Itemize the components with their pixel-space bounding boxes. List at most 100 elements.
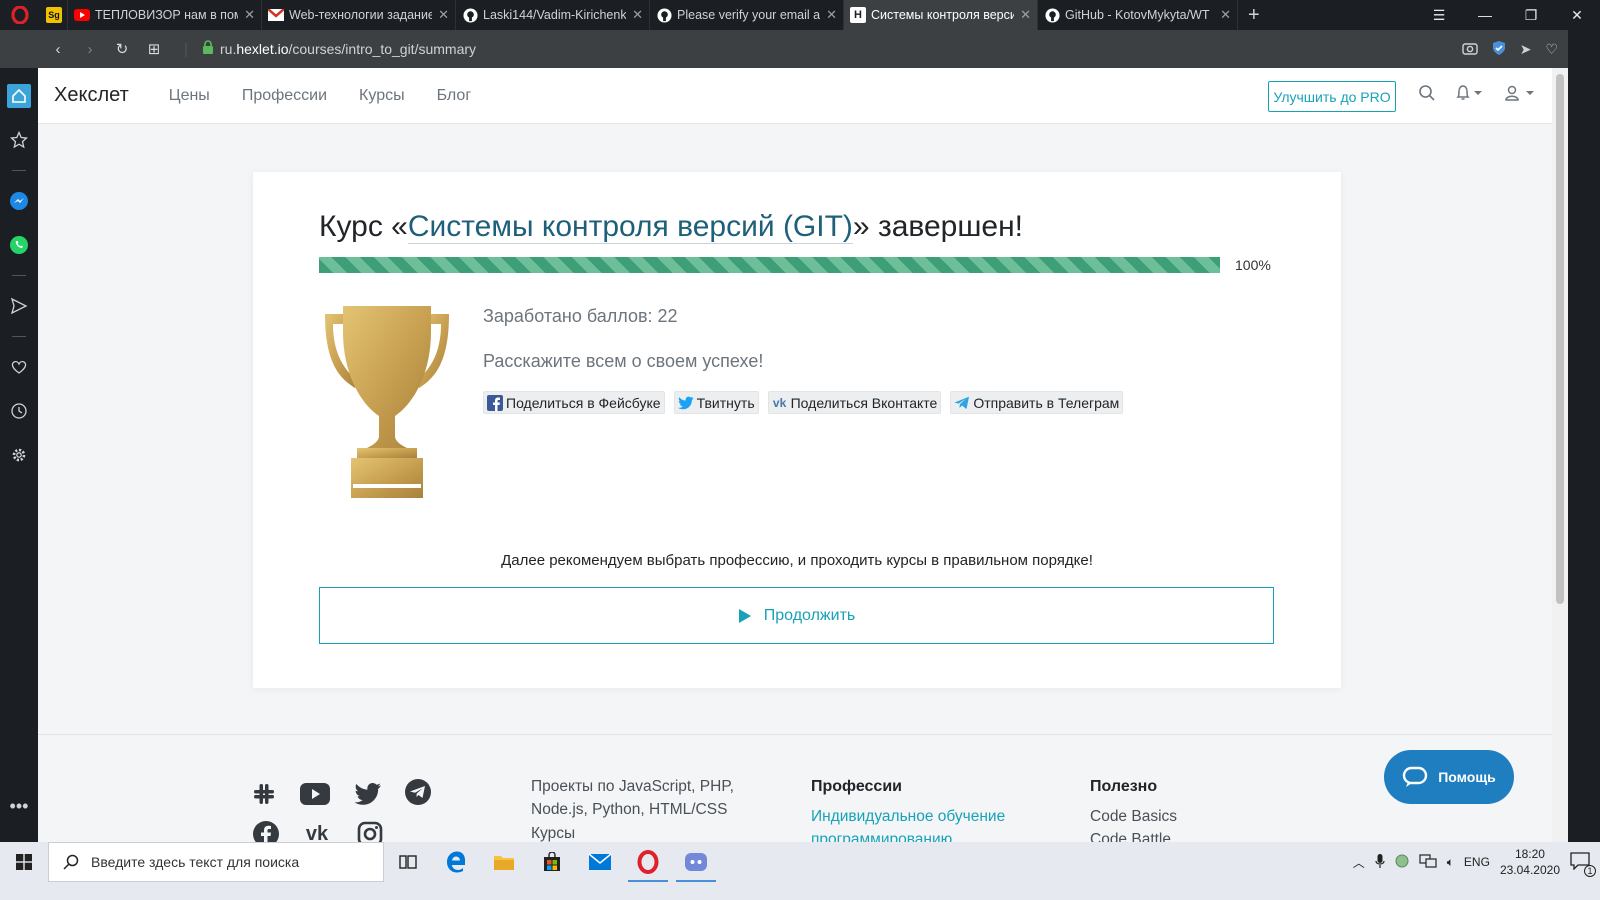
chevron-up-icon[interactable]: ︿ (1353, 854, 1365, 871)
divider (12, 336, 26, 337)
gmail-icon (268, 7, 284, 23)
camera-icon[interactable] (1462, 41, 1478, 58)
close-icon[interactable]: ✕ (826, 7, 837, 23)
footer-code-battle-link[interactable]: Code Battle (1090, 831, 1171, 842)
notification-center-icon[interactable]: 1 (1570, 851, 1596, 877)
back-icon[interactable]: ‹ (42, 41, 74, 58)
help-button[interactable]: Помощь (1384, 750, 1514, 804)
opera-taskbar-icon[interactable] (624, 842, 672, 882)
progress-bar (319, 257, 1220, 273)
play-icon (738, 608, 751, 623)
mail-icon[interactable] (576, 842, 624, 882)
slack-icon[interactable] (249, 779, 279, 809)
tab-sg[interactable]: Sg (40, 0, 68, 30)
close-window-button[interactable]: ✕ (1554, 7, 1600, 24)
new-tab-button[interactable]: + (1238, 4, 1270, 27)
youtube-icon[interactable] (300, 779, 330, 809)
store-icon[interactable] (528, 842, 576, 882)
forward-icon[interactable]: › (74, 41, 106, 58)
star-icon[interactable] (0, 118, 38, 162)
share-twitter-button[interactable]: Твитнуть (673, 391, 759, 414)
facebook-icon[interactable] (251, 819, 281, 842)
send-icon[interactable]: ➤ (1520, 41, 1532, 58)
adblock-shield-icon[interactable] (1492, 40, 1506, 59)
tab-github-laski[interactable]: Laski144/Vadim-Kirichenko ✕ (456, 0, 650, 30)
home-icon[interactable] (0, 74, 38, 118)
upgrade-pro-button[interactable]: Улучшить до PRO (1268, 81, 1396, 112)
footer-courses-link[interactable]: Курсы (531, 825, 575, 842)
close-icon[interactable]: ✕ (438, 7, 449, 23)
tab-youtube[interactable]: ТЕПЛОВИЗОР нам в помо ✕ (68, 0, 262, 30)
opera-logo-icon[interactable] (0, 0, 40, 30)
nav-pricing[interactable]: Цены (169, 87, 210, 105)
tab-gmail[interactable]: Web-технологии задание ✕ (262, 0, 456, 30)
file-explorer-icon[interactable] (480, 842, 528, 882)
history-clock-icon[interactable] (0, 389, 38, 433)
taskbar-search-box[interactable]: Введите здесь текст для поиска (48, 842, 384, 882)
heart-icon[interactable] (0, 345, 38, 389)
points-earned: Заработано баллов: 22 (483, 306, 678, 326)
tab-github-kotov[interactable]: GitHub - KotovMykyta/WT ✕ (1038, 0, 1238, 30)
share-buttons: Поделиться в Фейсбуке Твитнуть vk Подели… (483, 391, 1124, 414)
close-icon[interactable]: ✕ (244, 7, 255, 23)
share-facebook-button[interactable]: Поделиться в Фейсбуке (483, 391, 665, 414)
url-field[interactable]: ru.hexlet.io/courses/intro_to_git/summar… (220, 41, 476, 57)
course-title: Курс «Системы контроля версий (GIT)» зав… (319, 210, 1023, 244)
scrollbar-thumb[interactable] (1556, 74, 1564, 604)
telegram-icon (954, 395, 970, 411)
telegram-icon[interactable] (403, 777, 433, 807)
discord-icon[interactable] (672, 842, 720, 882)
settings-gear-icon[interactable] (0, 433, 38, 477)
notifications-bell-icon[interactable] (1454, 84, 1486, 107)
share-vk-button[interactable]: vk Поделиться Вконтакте (767, 391, 942, 414)
screen-bottom-edge (0, 882, 1600, 900)
share-telegram-button[interactable]: Отправить в Телеграм (950, 391, 1124, 414)
windows-start-icon[interactable] (0, 842, 48, 882)
speed-dial-icon[interactable]: ⊞ (138, 40, 170, 58)
twitter-icon[interactable] (353, 779, 383, 809)
user-menu-icon[interactable] (1504, 84, 1538, 107)
page-scrollbar[interactable] (1552, 68, 1568, 842)
share-label: Твитнуть (696, 394, 755, 411)
hexlet-icon: H (850, 7, 866, 23)
status-circle-icon[interactable] (1395, 854, 1409, 871)
close-icon[interactable]: ✕ (1020, 7, 1031, 23)
nav-courses[interactable]: Курсы (359, 87, 405, 105)
restore-button[interactable]: ❐ (1508, 7, 1554, 24)
tab-hexlet[interactable]: H Системы контроля версий ✕ (844, 0, 1038, 30)
instagram-icon[interactable] (355, 819, 385, 842)
messenger-icon[interactable] (0, 179, 38, 223)
lock-icon[interactable] (202, 39, 214, 59)
site-logo[interactable]: Хекслет (54, 84, 129, 107)
network-icon[interactable] (1419, 853, 1437, 871)
microphone-icon[interactable] (1375, 853, 1385, 872)
footer-individual-link-cont[interactable]: программированию (811, 831, 952, 842)
tab-github-verify[interactable]: Please verify your email ad ✕ (650, 0, 844, 30)
language-indicator[interactable]: ENG (1464, 855, 1490, 869)
more-icon[interactable]: ••• (0, 784, 38, 828)
youtube-icon (74, 7, 90, 23)
continue-button[interactable]: Продолжить (319, 587, 1274, 644)
footer-code-basics-link[interactable]: Code Basics (1090, 808, 1177, 826)
whatsapp-icon[interactable] (0, 223, 38, 267)
reload-icon[interactable]: ↻ (106, 40, 138, 58)
close-icon[interactable]: ✕ (1220, 7, 1231, 23)
search-icon[interactable] (1418, 84, 1436, 107)
volume-icon[interactable]: 🔈︎ (1447, 855, 1454, 870)
course-title-link[interactable]: Системы контроля версий (GIT) (407, 210, 853, 244)
vk-icon[interactable]: vk (302, 819, 332, 843)
nav-professions[interactable]: Профессии (242, 87, 327, 105)
edge-icon[interactable] (432, 842, 480, 882)
taskbar-clock[interactable]: 18:20 23.04.2020 (1500, 846, 1560, 878)
minimize-button[interactable]: — (1462, 7, 1508, 23)
url-prefix: ru. (220, 41, 237, 57)
close-icon[interactable]: ✕ (632, 7, 643, 23)
flow-send-icon[interactable] (0, 284, 38, 328)
tab-menu-icon[interactable]: ☰ (1416, 7, 1462, 24)
heart-icon[interactable]: ♡ (1545, 41, 1558, 58)
footer-individual-link[interactable]: Индивидуальное обучение (811, 808, 1005, 826)
facebook-icon (487, 394, 503, 411)
task-view-icon[interactable] (384, 842, 432, 882)
continue-label: Продолжить (763, 606, 856, 624)
nav-blog[interactable]: Блог (437, 87, 472, 105)
